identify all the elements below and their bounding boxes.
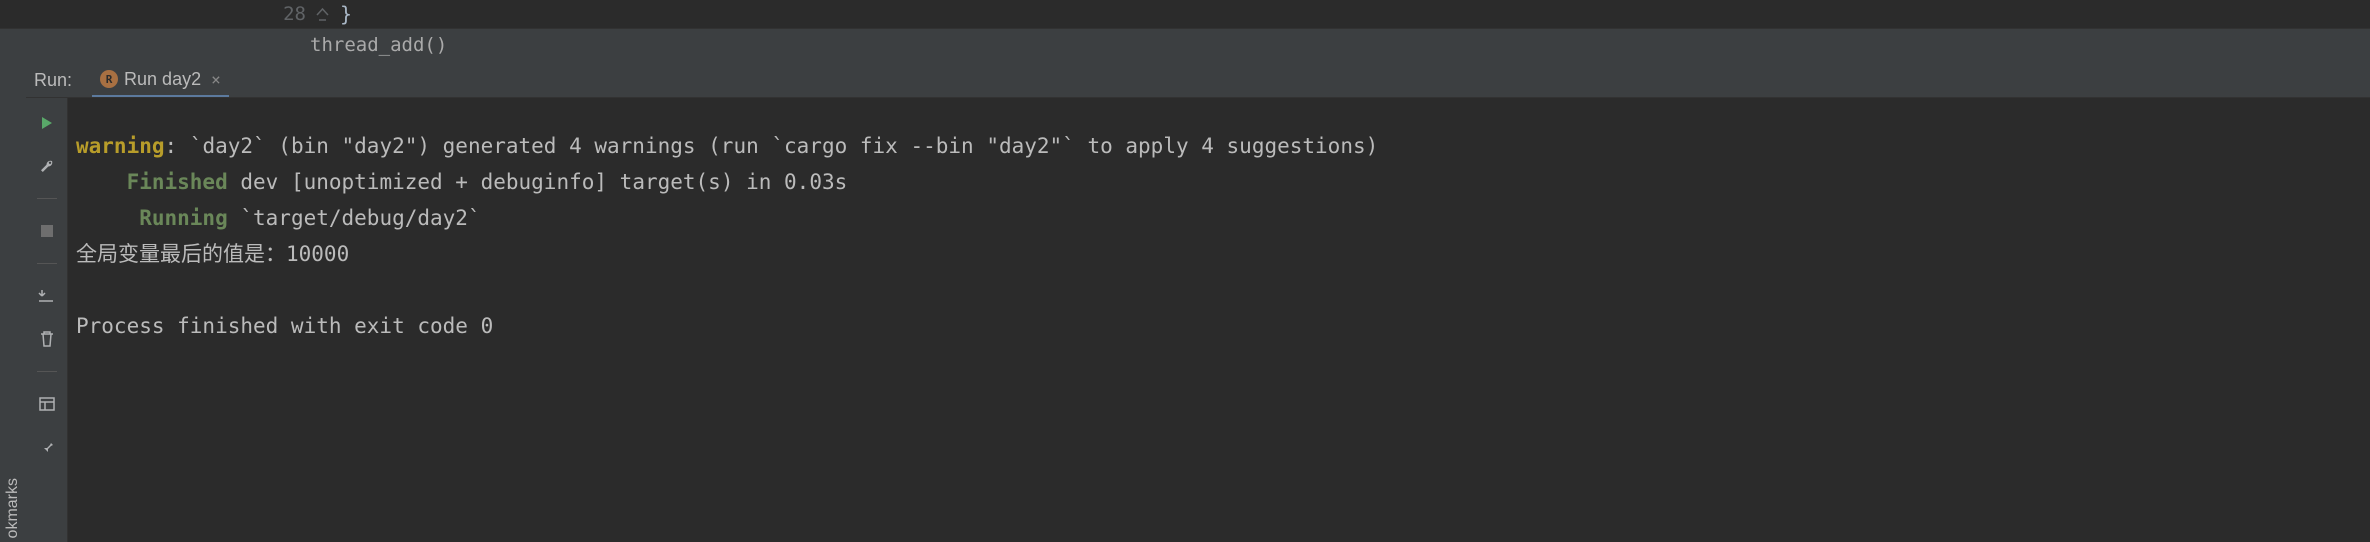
wrench-icon[interactable]	[36, 155, 58, 177]
rerun-icon[interactable]	[36, 112, 58, 134]
console-running-label: Running	[139, 206, 228, 230]
run-label: Run:	[34, 70, 72, 91]
gutter[interactable]: 28	[0, 3, 340, 25]
console-text: Process finished with exit code 0	[76, 314, 493, 338]
console-text: 全局变量最后的值是：10000	[76, 242, 349, 266]
close-icon[interactable]: ×	[211, 70, 221, 89]
line-number: 28	[283, 3, 306, 25]
code-text: }	[340, 2, 352, 26]
code-line[interactable]: 28 }	[0, 0, 2370, 28]
divider	[37, 198, 57, 199]
pin-icon[interactable]	[36, 436, 58, 458]
main-area: okmarks Run: R Run day2 ×	[0, 63, 2370, 542]
fold-up-icon[interactable]	[314, 5, 330, 23]
run-tab[interactable]: R Run day2 ×	[92, 63, 229, 97]
console-finished-label: Finished	[127, 170, 228, 194]
divider	[37, 263, 57, 264]
run-panel: Run: R Run day2 ×	[26, 63, 2370, 542]
divider	[37, 371, 57, 372]
breadcrumb-bar: thread_add()	[0, 28, 2370, 62]
console-text: dev [unoptimized + debuginfo] target(s) …	[228, 170, 848, 194]
editor-area: 28 } thread_add()	[0, 0, 2370, 63]
console-text: `target/debug/day2`	[228, 206, 481, 230]
console-output[interactable]: warning: `day2` (bin "day2") generated 4…	[68, 98, 2370, 542]
run-tab-title: Run day2	[124, 69, 201, 90]
rust-icon: R	[100, 70, 118, 88]
run-toolbar	[26, 98, 68, 542]
run-tab-bar: Run: R Run day2 ×	[26, 63, 2370, 98]
trash-icon[interactable]	[36, 328, 58, 350]
bookmarks-tab[interactable]: okmarks	[0, 63, 26, 542]
console-text: : `day2` (bin "day2") generated 4 warnin…	[165, 134, 1379, 158]
layout-icon[interactable]	[36, 393, 58, 415]
stop-icon[interactable]	[36, 220, 58, 242]
console-warning-label: warning	[76, 134, 165, 158]
scroll-to-end-icon[interactable]	[36, 285, 58, 307]
breadcrumb-item[interactable]: thread_add()	[310, 34, 447, 56]
vertical-tab-label: okmarks	[4, 478, 22, 538]
run-body: warning: `day2` (bin "day2") generated 4…	[26, 98, 2370, 542]
